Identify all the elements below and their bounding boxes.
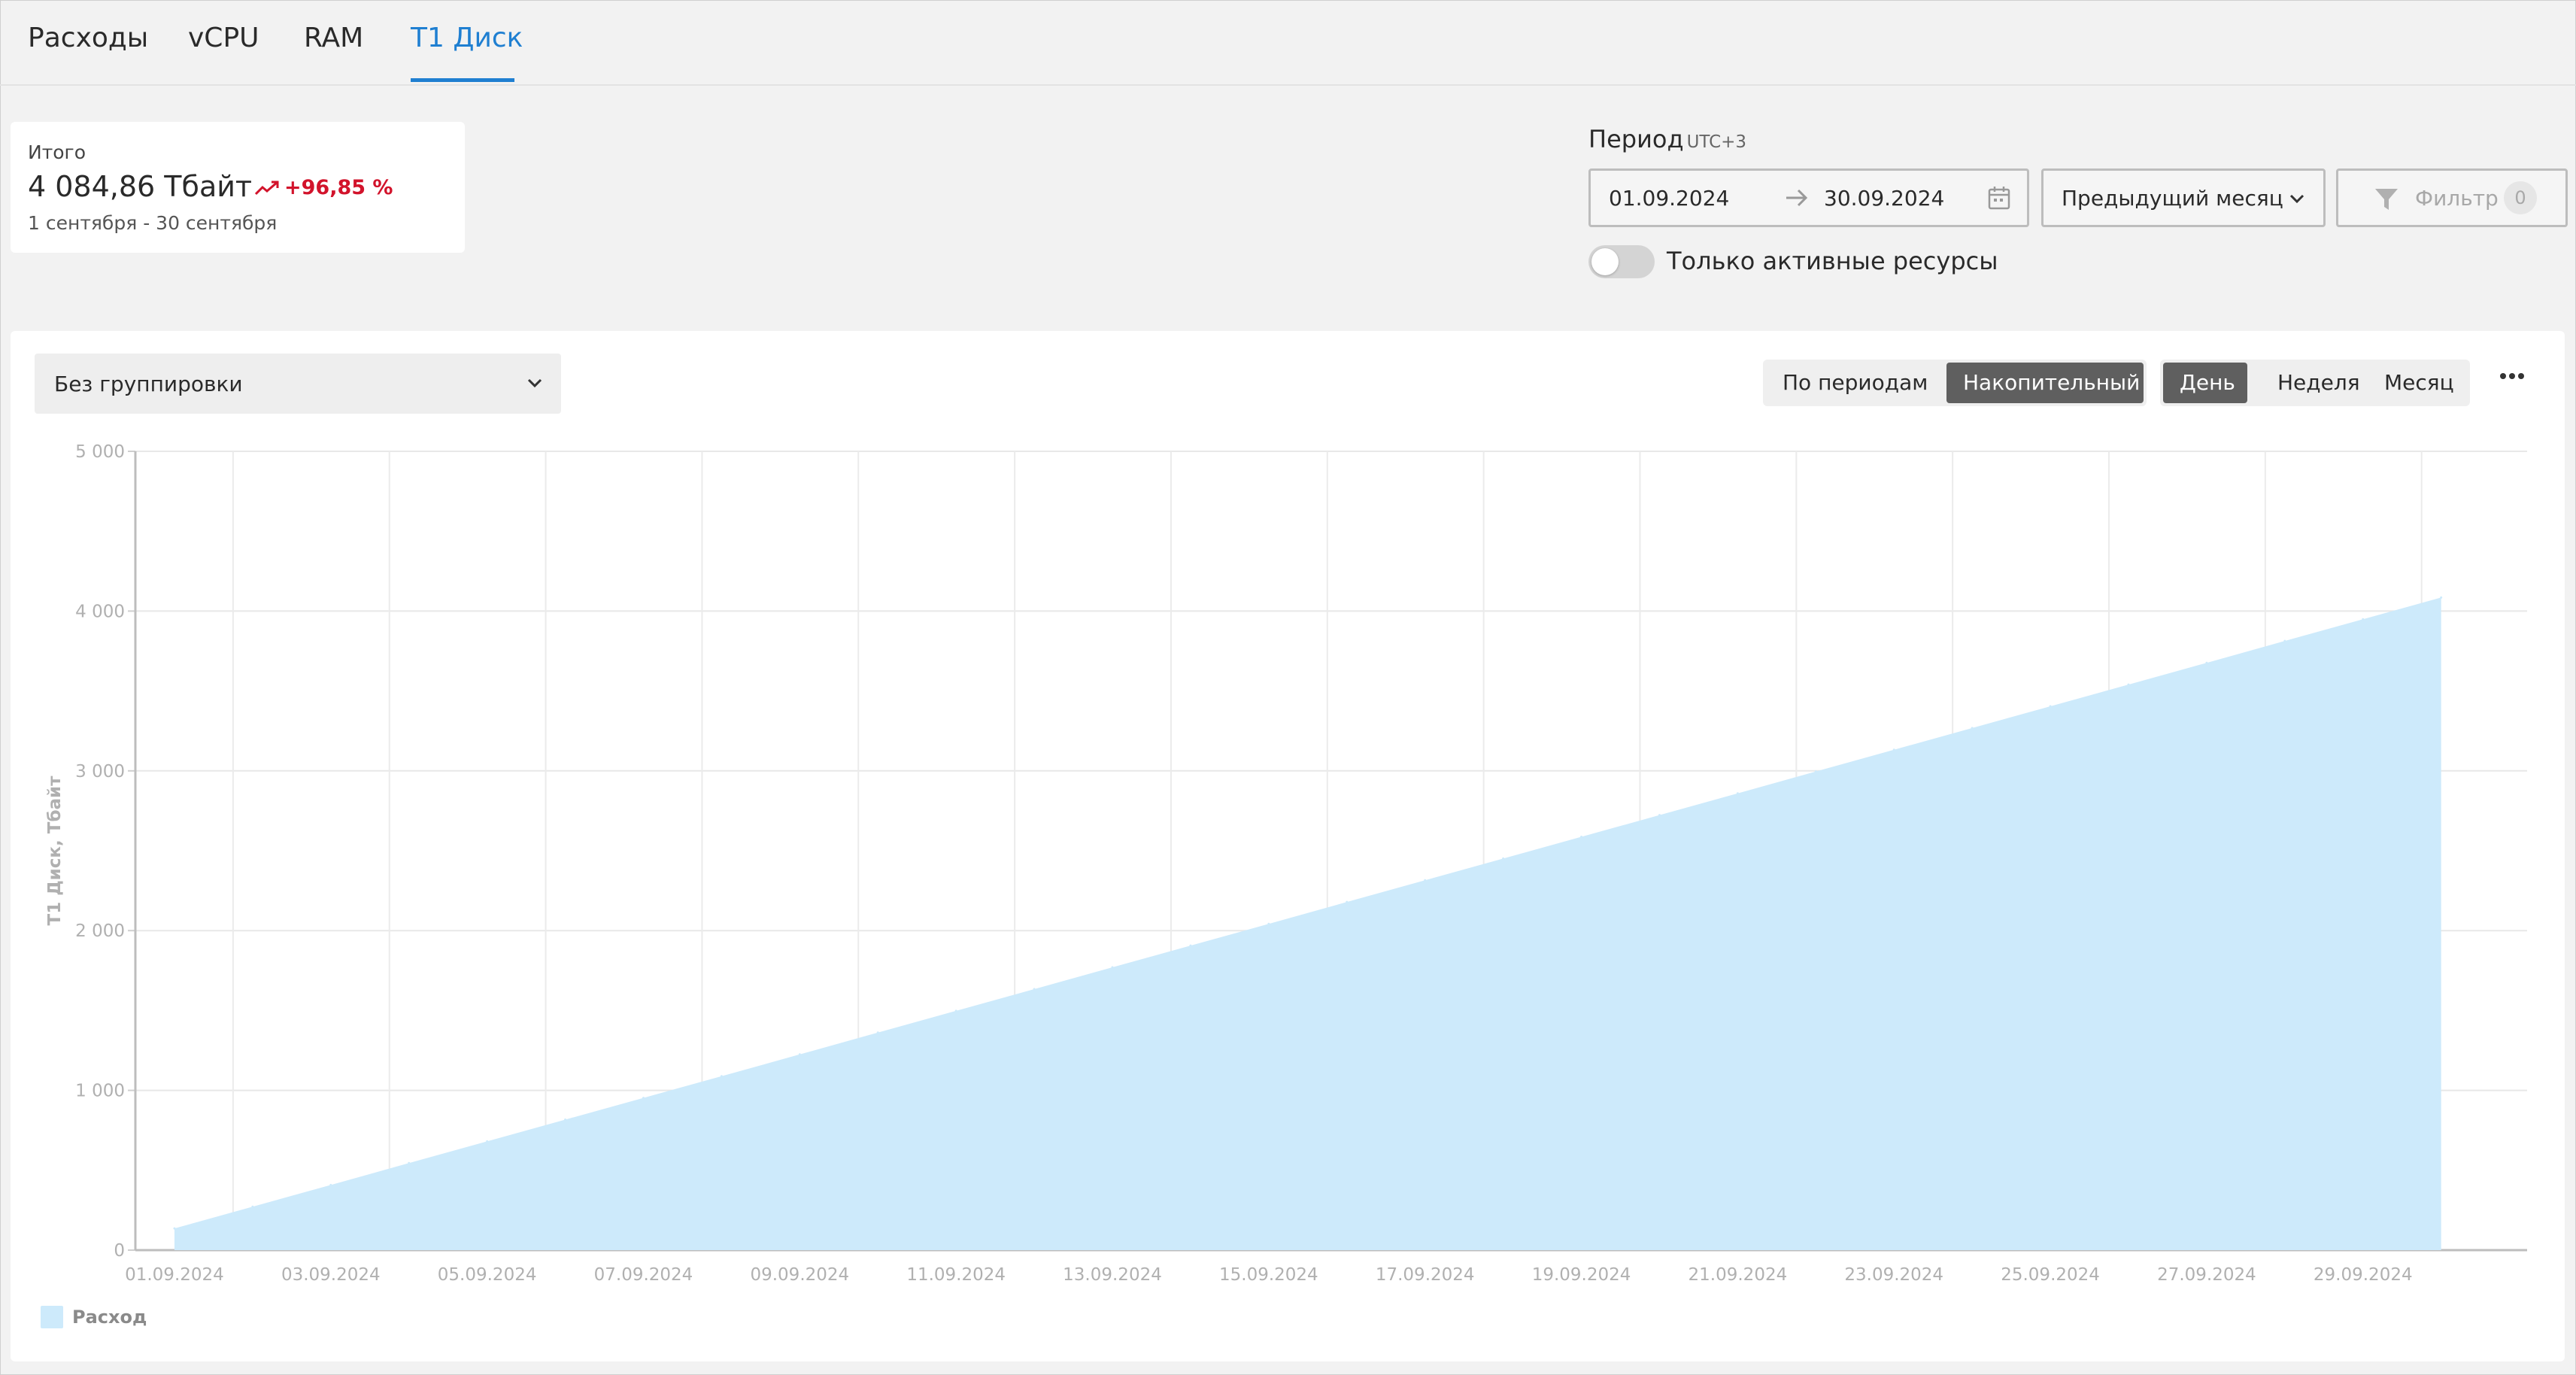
x-tick-label: 25.09.2024: [2001, 1265, 2100, 1285]
filter-button[interactable]: Фильтр 0: [2336, 168, 2568, 227]
chevron-down-icon: [2289, 194, 2304, 204]
tab-bar: Расходы vCPU RAM Т1 Диск: [0, 0, 2576, 86]
calendar-icon[interactable]: [1988, 186, 2010, 210]
trend-value: +96,85 %: [284, 176, 393, 199]
data-point: [1111, 966, 1114, 969]
x-tick-label: 05.09.2024: [438, 1265, 537, 1285]
x-tick-label: 09.09.2024: [750, 1265, 849, 1285]
data-point: [720, 1075, 723, 1078]
x-tick-label: 15.09.2024: [1219, 1265, 1318, 1285]
active-resources-label: Только активные ресурсы: [1667, 247, 1998, 275]
y-tick-label: 1 000: [75, 1082, 125, 1101]
data-point: [408, 1161, 411, 1164]
total-value: 4 084,86 Тбайт: [28, 170, 253, 203]
total-label: Итого: [28, 141, 86, 163]
tab-t1-disk[interactable]: Т1 Диск: [411, 23, 523, 53]
active-tab-indicator: [411, 78, 514, 82]
timezone-label: UTC+3: [1686, 132, 1747, 152]
trend-up-icon: [254, 181, 279, 195]
date-to-input[interactable]: 30.09.2024: [1824, 186, 1944, 211]
tab-expenses[interactable]: Расходы: [28, 23, 148, 53]
legend-label: Расход: [72, 1307, 147, 1328]
series-area-expense: [174, 597, 2441, 1250]
y-tick-label: 0: [114, 1241, 125, 1261]
data-point: [1033, 988, 1036, 991]
data-point: [954, 1009, 957, 1012]
x-tick-label: 07.09.2024: [594, 1265, 693, 1285]
y-tick-label: 4 000: [75, 602, 125, 621]
x-tick-label: 27.09.2024: [2157, 1265, 2256, 1285]
arrow-right-icon: [1786, 189, 1808, 207]
date-range-picker[interactable]: 01.09.2024 30.09.2024: [1588, 168, 2029, 227]
period-label: Период: [1588, 125, 1684, 153]
period-title: Период UTC+3: [1588, 125, 1746, 153]
tab-ram[interactable]: RAM: [304, 23, 363, 53]
y-tick-label: 5 000: [75, 442, 125, 462]
filter-icon: [2375, 189, 2398, 210]
toggle-knob: [1591, 248, 1619, 275]
total-card: Итого 4 084,86 Тбайт +96,85 % 1 сентября…: [11, 122, 465, 253]
data-point: [1502, 857, 1505, 860]
data-point: [2362, 618, 2365, 621]
data-point: [1892, 748, 1895, 751]
filter-label: Фильтр: [2415, 186, 2499, 211]
y-axis-title: Т1 Диск, Тбайт: [45, 776, 65, 926]
trend-badge: +96,85 %: [254, 176, 393, 199]
data-point: [798, 1053, 801, 1056]
x-tick-label: 13.09.2024: [1063, 1265, 1162, 1285]
date-from-input[interactable]: 01.09.2024: [1609, 186, 1729, 211]
data-point: [1971, 727, 1974, 730]
data-point: [564, 1118, 567, 1121]
x-tick-label: 23.09.2024: [1844, 1265, 1943, 1285]
data-point: [876, 1031, 879, 1034]
data-point: [1736, 792, 1739, 795]
data-point: [251, 1205, 254, 1208]
data-point: [1346, 900, 1349, 903]
data-point: [2283, 639, 2286, 642]
x-tick-label: 19.09.2024: [1532, 1265, 1631, 1285]
x-tick-label: 03.09.2024: [281, 1265, 381, 1285]
x-tick-label: 17.09.2024: [1376, 1265, 1475, 1285]
data-point: [1424, 879, 1427, 882]
period-preset-value: Предыдущий месяц: [2062, 186, 2283, 211]
y-tick-label: 3 000: [75, 762, 125, 782]
data-point: [329, 1183, 332, 1186]
x-tick-label: 29.09.2024: [2314, 1265, 2413, 1285]
legend-swatch: [41, 1306, 63, 1328]
data-point: [1267, 922, 1270, 925]
data-point: [173, 1227, 176, 1230]
x-tick-label: 01.09.2024: [125, 1265, 224, 1285]
x-tick-label: 11.09.2024: [906, 1265, 1006, 1285]
x-tick-label: 21.09.2024: [1689, 1265, 1788, 1285]
data-point: [2205, 661, 2208, 664]
data-point: [1189, 944, 1192, 947]
active-resources-toggle[interactable]: [1588, 245, 1655, 278]
chart-legend: Расход: [41, 1306, 147, 1328]
total-range: 1 сентября - 30 сентября: [28, 212, 278, 234]
data-point: [486, 1140, 489, 1143]
data-point: [2440, 596, 2443, 599]
data-point: [2049, 705, 2052, 708]
tab-vcpu[interactable]: vCPU: [188, 23, 259, 53]
chart-panel: Без группировки По периодам Накопительны…: [11, 331, 2565, 1361]
data-point: [642, 1097, 645, 1100]
data-point: [2127, 683, 2130, 686]
data-point: [1658, 814, 1661, 817]
data-point: [1814, 770, 1817, 773]
data-point: [1580, 836, 1583, 839]
period-preset-select[interactable]: Предыдущий месяц: [2041, 168, 2326, 227]
y-tick-label: 2 000: [75, 921, 125, 941]
cumulative-area-chart: 0 1 000 2 000 3 000 4 000 5 000 01.09.2024 03.0…: [45, 442, 2527, 1285]
filter-count-badge: 0: [2504, 181, 2537, 214]
